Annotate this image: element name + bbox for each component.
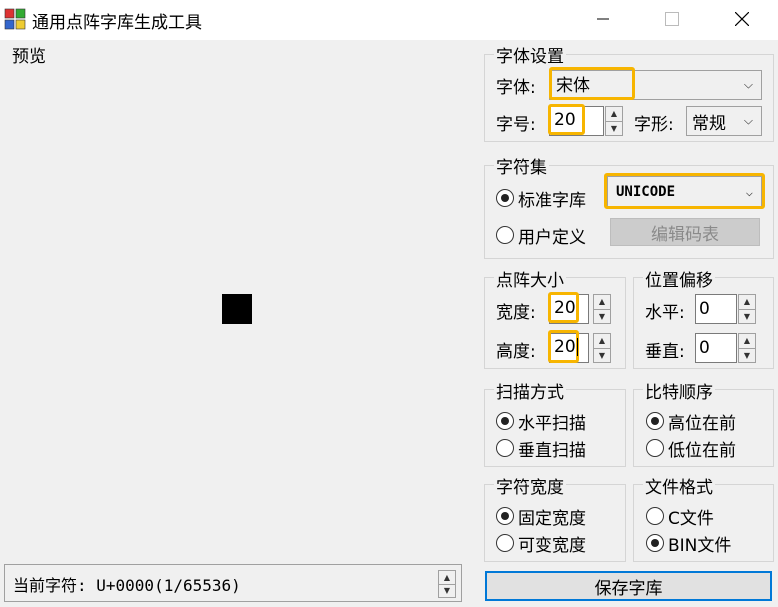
charset-standard-label[interactable]: 标准字库 [518, 186, 586, 211]
spin-up-icon[interactable]: ▲ [739, 334, 755, 349]
spin-down-icon[interactable]: ▼ [594, 310, 610, 324]
size-value: 20 [554, 109, 576, 130]
style-select[interactable]: 常规 ⌵ [686, 106, 762, 136]
charset-highlight [604, 173, 765, 209]
vertical-offset-spinner[interactable]: ▲ ▼ [738, 333, 756, 363]
char-width-title: 字符宽度 [494, 473, 566, 498]
width-variable-radio[interactable] [496, 534, 514, 552]
height-highlight: 20 [548, 330, 579, 363]
spin-down-icon[interactable]: ▼ [606, 122, 622, 136]
minimize-icon [597, 18, 609, 20]
horizontal-label: 水平: [645, 303, 685, 323]
width-highlight: 20 [548, 292, 579, 323]
scan-horizontal-label[interactable]: 水平扫描 [518, 409, 586, 434]
width-fixed-label[interactable]: 固定宽度 [518, 504, 586, 529]
font-settings-title: 字体设置 [494, 42, 566, 67]
chevron-down-icon: ⌵ [743, 113, 753, 128]
app-icon [4, 8, 26, 30]
save-font-library-button[interactable]: 保存字库 [485, 571, 772, 601]
charset-title: 字符集 [494, 153, 549, 178]
bit-lsb-first-radio[interactable] [646, 439, 664, 457]
spin-up-icon[interactable]: ▲ [594, 334, 610, 349]
font-value: 宋体 [556, 76, 590, 96]
bit-msb-first-label[interactable]: 高位在前 [668, 409, 736, 434]
charset-user-label[interactable]: 用户定义 [518, 223, 586, 248]
height-label: 高度: [496, 342, 536, 362]
horizontal-offset-spinner[interactable]: ▲ ▼ [738, 294, 756, 324]
scan-vertical-label[interactable]: 垂直扫描 [518, 436, 586, 461]
font-value-highlight: 宋体 [549, 67, 635, 100]
horizontal-offset-value: 0 [699, 299, 710, 319]
spin-down-icon[interactable]: ▼ [594, 349, 610, 363]
offset-title: 位置偏移 [643, 266, 715, 291]
horizontal-offset-input[interactable]: 0 [695, 294, 737, 324]
width-spinner[interactable]: ▲ ▼ [593, 294, 611, 324]
preview-glyph [222, 294, 252, 324]
chevron-down-icon: ⌵ [743, 77, 753, 92]
spin-up-icon[interactable]: ▲ [606, 107, 622, 122]
vertical-label: 垂直: [645, 342, 685, 362]
current-char-status: 当前字符: U+0000(1/65536) [13, 576, 241, 595]
spin-up-icon[interactable]: ▲ [594, 295, 610, 310]
bit-order-title: 比特顺序 [643, 378, 715, 403]
scan-vertical-radio[interactable] [496, 439, 514, 457]
width-label: 宽度: [496, 303, 536, 323]
format-c-label[interactable]: C文件 [668, 504, 714, 529]
file-format-title: 文件格式 [643, 473, 715, 498]
size-label: 字号: [496, 115, 536, 135]
text-cursor [576, 337, 578, 356]
vertical-offset-value: 0 [699, 338, 710, 358]
matrix-size-title: 点阵大小 [494, 266, 566, 291]
width-fixed-radio[interactable] [496, 507, 514, 525]
vertical-offset-input[interactable]: 0 [695, 333, 737, 363]
spin-down-icon[interactable]: ▼ [439, 585, 455, 598]
spin-down-icon[interactable]: ▼ [739, 349, 755, 363]
bit-msb-first-radio[interactable] [646, 412, 664, 430]
size-spinner[interactable]: ▲ ▼ [605, 106, 623, 136]
maximize-button[interactable] [649, 0, 695, 38]
width-variable-label[interactable]: 可变宽度 [518, 531, 586, 556]
close-icon [735, 12, 749, 26]
font-label: 字体: [496, 78, 536, 98]
height-value: 20 [554, 336, 576, 357]
spin-up-icon[interactable]: ▲ [739, 295, 755, 310]
minimize-button[interactable] [580, 0, 626, 38]
size-value-highlight: 20 [548, 104, 585, 135]
scan-mode-title: 扫描方式 [494, 378, 566, 403]
width-value: 20 [554, 297, 576, 318]
style-value: 常规 [692, 113, 726, 134]
char-index-spinner[interactable]: ▲ ▼ [438, 570, 456, 598]
bit-lsb-first-label[interactable]: 低位在前 [668, 436, 736, 461]
format-c-radio[interactable] [646, 507, 664, 525]
spin-down-icon[interactable]: ▼ [739, 310, 755, 324]
scan-horizontal-radio[interactable] [496, 412, 514, 430]
maximize-icon [665, 12, 679, 26]
format-bin-label[interactable]: BIN文件 [668, 531, 731, 556]
height-spinner[interactable]: ▲ ▼ [593, 333, 611, 363]
preview-label: 预览 [12, 47, 46, 67]
charset-standard-radio[interactable] [496, 189, 514, 207]
spin-up-icon[interactable]: ▲ [439, 571, 455, 585]
close-button[interactable] [719, 0, 765, 38]
edit-code-table-button[interactable]: 编辑码表 [610, 218, 760, 246]
window-title: 通用点阵字库生成工具 [32, 13, 202, 33]
style-label: 字形: [634, 115, 674, 135]
format-bin-radio[interactable] [646, 534, 664, 552]
charset-user-radio[interactable] [496, 226, 514, 244]
